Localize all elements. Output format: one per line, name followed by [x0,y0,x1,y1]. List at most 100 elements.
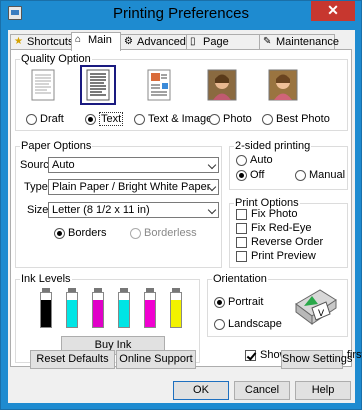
quality-draft-radio[interactable] [26,114,37,125]
quality-photo-radio[interactable] [209,114,220,125]
help-button[interactable]: Help [295,381,351,400]
quality-text-image-radio[interactable] [134,114,145,125]
ink-fill-level [41,300,51,327]
ink-fill-level [171,300,181,327]
type-select[interactable]: Plain Paper / Bright White Paper [48,179,219,195]
ink-empty-portion [41,293,51,300]
landscape-radio[interactable] [214,319,225,330]
ink-cartridge-cap [42,288,50,292]
ink-cartridge-cap [94,288,102,292]
ink-fill-level [93,300,103,327]
ink-cartridge-cap [68,288,76,292]
orientation-label: Orientation [212,273,268,285]
ink-cartridge-bar [40,288,52,328]
quality-best-photo-radio[interactable] [262,114,273,125]
ink-cartridge-cap [146,288,154,292]
best-photo-thumbnail[interactable] [266,67,300,105]
ink-fill-level [119,300,129,327]
dialog-body: ★ Shortcuts ⌂ Main ⚙ Advanced ▯ Page Lay… [8,30,362,403]
show-screen-first-checkbox[interactable] [245,350,256,361]
fix-photo-checkbox[interactable] [236,209,247,220]
ink-cartridge-bar [118,288,130,328]
two-sided-off-label: Off [250,169,265,181]
quality-option-group: Quality Option Draft Text Text & Image P… [15,53,348,131]
show-settings-button[interactable]: Show Settings [281,350,352,369]
borders-label: Borders [68,227,107,239]
ink-cartridge-bar [170,288,182,328]
two-sided-auto-label: Auto [250,154,273,166]
source-value: Auto [52,159,75,171]
two-sided-manual-radio[interactable] [295,170,306,181]
text-image-thumbnail[interactable] [142,67,176,105]
ink-empty-portion [93,293,103,300]
landscape-label: Landscape [228,318,282,330]
tab-maintenance[interactable]: ✎ Maintenance [259,34,339,50]
ink-cartridge-bar [92,288,104,328]
two-sided-off-radio[interactable] [236,170,247,181]
tab-shortcuts[interactable]: ★ Shortcuts [10,34,73,50]
gear-icon: ⚙ [124,36,133,47]
reverse-order-label: Reverse Order [251,236,324,248]
chevron-down-icon [207,160,217,170]
ink-cartridge-cap [120,288,128,292]
ink-cartridge-bar [66,288,78,328]
ink-fill-level [67,300,77,327]
window-title: Printing Preferences [113,5,249,22]
print-options-group: Print Options Fix Photo Fix Red-Eye Reve… [229,197,348,268]
ok-button[interactable]: OK [173,381,229,400]
borders-radio[interactable] [54,228,65,239]
two-sided-auto-radio[interactable] [236,155,247,166]
tab-page-layout[interactable]: ▯ Page Layout [186,34,260,62]
tab-advanced[interactable]: ⚙ Advanced [120,34,187,50]
title-bar[interactable]: Printing Preferences ✕ [1,1,361,27]
close-button[interactable]: ✕ [311,1,355,21]
fix-red-eye-label: Fix Red-Eye [251,222,312,234]
tab-label: Main [88,34,112,46]
ink-cartridge-bar [144,288,156,328]
print-preview-checkbox[interactable] [236,251,247,262]
print-preview-label: Print Preview [251,250,316,262]
tab-main[interactable]: ⌂ Main [71,32,121,51]
type-value: Plain Paper / Bright White Paper [52,181,211,193]
ink-empty-portion [67,293,77,300]
size-select[interactable]: Letter (8 1/2 x 11 in) [48,202,219,218]
cancel-button[interactable]: Cancel [234,381,290,400]
page-layout-icon: ▯ [190,36,196,47]
quality-option-label: Quality Option [20,53,92,65]
borderless-radio[interactable] [130,228,141,239]
ink-empty-portion [171,293,181,300]
quality-text-radio[interactable] [85,114,96,125]
orientation-group: Orientation Portrait Landscape V [207,273,348,337]
source-select[interactable]: Auto [48,157,219,173]
wrench-icon: ✎ [263,36,272,47]
ink-empty-portion [145,293,155,300]
quality-best-photo-label: Best Photo [276,113,330,125]
size-label: Size [27,204,49,216]
two-sided-manual-label: Manual [309,169,346,181]
chevron-down-icon [207,205,217,215]
fix-red-eye-checkbox[interactable] [236,223,247,234]
star-icon: ★ [14,36,23,47]
draft-thumbnail[interactable] [26,67,60,105]
reverse-order-checkbox[interactable] [236,237,247,248]
online-support-button[interactable]: Online Support [116,350,196,369]
two-sided-label: 2-sided printing [234,140,312,152]
ink-cartridge-cap [172,288,180,292]
text-thumbnail[interactable] [80,65,116,105]
portrait-label: Portrait [228,296,264,308]
reset-defaults-button[interactable]: Reset Defaults [30,350,115,369]
paper-options-group: Paper Options Source Auto Type Plain Pap… [15,140,222,268]
two-sided-printing-group: 2-sided printing Auto Off Manual [229,140,348,190]
fix-photo-label: Fix Photo [251,208,298,220]
ink-empty-portion [119,293,129,300]
quality-photo-label: Photo [223,113,252,125]
tab-label: Advanced [137,36,186,48]
main-tab-page: Quality Option Draft Text Text & Image P… [10,49,362,367]
printing-preferences-window: Printing Preferences ✕ ★ Shortcuts ⌂ Mai… [0,0,362,410]
photo-thumbnail[interactable] [205,67,239,105]
ink-levels-label: Ink Levels [20,273,72,285]
printer-orientation-icon: V [295,289,337,325]
home-icon: ⌂ [75,34,82,45]
portrait-radio[interactable] [214,297,225,308]
quality-draft-label: Draft [40,113,64,125]
